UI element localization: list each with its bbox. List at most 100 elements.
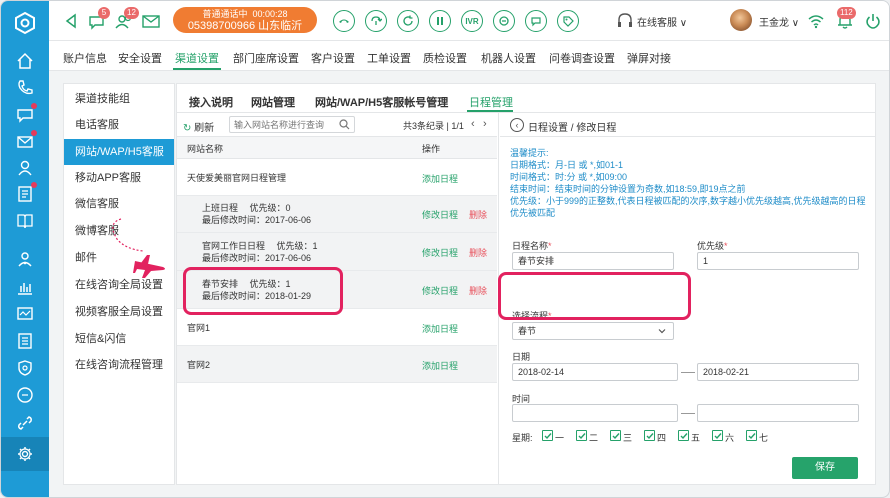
date-start-field[interactable]: 2018-02-14	[512, 363, 678, 381]
nav-phone[interactable]: 电话客服	[64, 112, 174, 138]
weekday-checkbox-5[interactable]	[678, 430, 689, 441]
tip-line: 日期格式：月-日 或 *,如01-1	[510, 160, 624, 170]
add-schedule-link[interactable]: 添加日程	[422, 322, 458, 335]
contacts-icon[interactable]	[15, 158, 35, 178]
menu-account[interactable]: 账户信息	[63, 50, 107, 66]
menu-survey[interactable]: 问卷调查设置	[549, 50, 615, 66]
settings-gear-icon[interactable]	[15, 444, 35, 464]
logo-icon	[15, 11, 35, 35]
add-schedule-link[interactable]: 添加日程	[422, 172, 458, 185]
table-header: 网站名称 操作	[177, 137, 497, 159]
menu-customer[interactable]: 客户设置	[311, 50, 355, 66]
nav-app[interactable]: 移动APP客服	[64, 165, 174, 191]
hangup-icon[interactable]	[333, 10, 355, 32]
user-menu[interactable]: 王金龙 ∨	[759, 14, 799, 29]
priority-field[interactable]: 1	[697, 252, 859, 270]
home-icon[interactable]	[15, 51, 35, 71]
pause-icon[interactable]	[429, 10, 451, 32]
monitor-icon[interactable]	[15, 304, 35, 324]
tip-line: 优先级：小于999的正整数,代表日程被匹配的次序,数字越小优先级越高,优先级越高…	[510, 196, 866, 218]
weekday-checkbox-6[interactable]	[712, 430, 723, 441]
list-icon[interactable]	[15, 331, 35, 351]
add-schedule-link[interactable]: 添加日程	[422, 359, 458, 372]
form-header: ‹ 日程设置 / 修改日程	[500, 113, 876, 137]
flow-selected-value: 春节	[518, 326, 537, 336]
table-row[interactable]: 上班日程 优先级：0 最后修改时间：2017-06-06 修改日程 删除	[177, 196, 497, 233]
delete-link[interactable]: 删除	[469, 284, 487, 297]
refresh-call-icon[interactable]	[397, 10, 419, 32]
nav-sms[interactable]: 短信&闪信	[64, 326, 174, 352]
shield-icon[interactable]	[15, 358, 35, 378]
agent-icon[interactable]	[15, 249, 35, 269]
airplane-icon	[133, 255, 165, 278]
range-dash	[681, 413, 695, 414]
power-icon[interactable]	[863, 11, 883, 31]
delete-link[interactable]: 删除	[469, 246, 487, 259]
search-icon[interactable]	[339, 119, 350, 130]
notification-dot	[31, 182, 37, 188]
table-row[interactable]: 官网工作日日程 优先级：1 最后修改时间：2017-06-06 修改日程 删除	[177, 233, 497, 271]
report-icon[interactable]	[15, 277, 35, 297]
tab-schedule[interactable]: 日程管理	[469, 94, 513, 110]
save-button[interactable]: 保存	[792, 457, 858, 479]
menu-department[interactable]: 部门座席设置	[233, 50, 299, 66]
flow-select[interactable]: 春节	[512, 322, 674, 340]
chevron-down-icon	[658, 329, 666, 334]
nav-video-global[interactable]: 视频客服全局设置	[64, 299, 174, 325]
menu-active-indicator	[173, 68, 221, 70]
date-end-field[interactable]: 2018-02-21	[697, 363, 859, 381]
tag-icon[interactable]	[557, 10, 579, 32]
nav-skill-group[interactable]: 渠道技能组	[64, 86, 174, 112]
back-circle-icon[interactable]: ‹	[510, 118, 524, 132]
notification-dot	[31, 103, 37, 109]
nav-web[interactable]: 网站/WAP/H5客服	[64, 139, 174, 165]
weekday-checkbox-3[interactable]	[610, 430, 621, 441]
agent-status-dropdown[interactable]: 在线客服 ∨	[637, 14, 687, 29]
book-icon[interactable]	[15, 211, 35, 231]
tab-account-management[interactable]: 网站/WAP/H5客服帐号管理	[315, 94, 448, 110]
weekday-checkbox-2[interactable]	[576, 430, 587, 441]
avatar[interactable]	[730, 9, 752, 31]
edit-schedule-link[interactable]: 修改日程	[422, 246, 458, 259]
highlight-row-box	[183, 267, 343, 315]
refresh-button[interactable]: ↻ 刷新	[183, 119, 214, 134]
time-end-field[interactable]	[697, 404, 859, 422]
prev-page-icon[interactable]: ‹	[471, 118, 475, 130]
mail-icon[interactable]	[141, 11, 161, 31]
app-window: 5 12 普通通话中 00:00:28 05398700966 山东临沂 IVR…	[0, 0, 890, 498]
consult-icon[interactable]	[493, 10, 515, 32]
menu-quality[interactable]: 质检设置	[423, 50, 467, 66]
weekday-checkbox-4[interactable]	[644, 430, 655, 441]
weekday-checkbox-7[interactable]	[746, 430, 757, 441]
link-icon[interactable]	[15, 413, 35, 433]
highlight-select-box	[498, 272, 691, 320]
ivr-button[interactable]: IVR	[461, 10, 483, 32]
phone-icon[interactable]	[15, 78, 35, 98]
message-icon[interactable]	[15, 385, 35, 405]
sms-icon[interactable]	[525, 10, 547, 32]
tab-access-guide[interactable]: 接入说明	[189, 94, 233, 110]
menu-popup[interactable]: 弹屏对接	[627, 50, 671, 66]
call-time: 00:00:28	[252, 9, 288, 19]
notification-badge: 112	[837, 7, 856, 19]
weekday-label-1: 一	[555, 433, 565, 443]
edit-schedule-link[interactable]: 修改日程	[422, 208, 458, 221]
transfer-icon[interactable]	[365, 10, 387, 32]
menu-security[interactable]: 安全设置	[118, 50, 162, 66]
edit-schedule-link[interactable]: 修改日程	[422, 284, 458, 297]
nav-wechat[interactable]: 微信客服	[64, 191, 174, 217]
nav-online-flow[interactable]: 在线咨询流程管理	[64, 352, 174, 378]
menu-robot[interactable]: 机器人设置	[481, 50, 536, 66]
call-status: 普通通话中	[202, 9, 248, 19]
schedule-name-field[interactable]: 春节安排	[512, 252, 674, 270]
menu-workorder[interactable]: 工单设置	[367, 50, 411, 66]
weekday-checkbox-1[interactable]	[542, 430, 553, 441]
delete-link[interactable]: 删除	[469, 208, 487, 221]
next-page-icon[interactable]: ›	[483, 118, 487, 130]
menu-channel[interactable]: 渠道设置	[175, 50, 219, 66]
time-start-field[interactable]	[512, 404, 678, 422]
back-arrow-icon[interactable]	[61, 11, 81, 31]
search-input[interactable]	[229, 116, 355, 133]
chevron-down-icon: ∨	[679, 18, 688, 29]
tab-site-management[interactable]: 网站管理	[251, 94, 295, 110]
